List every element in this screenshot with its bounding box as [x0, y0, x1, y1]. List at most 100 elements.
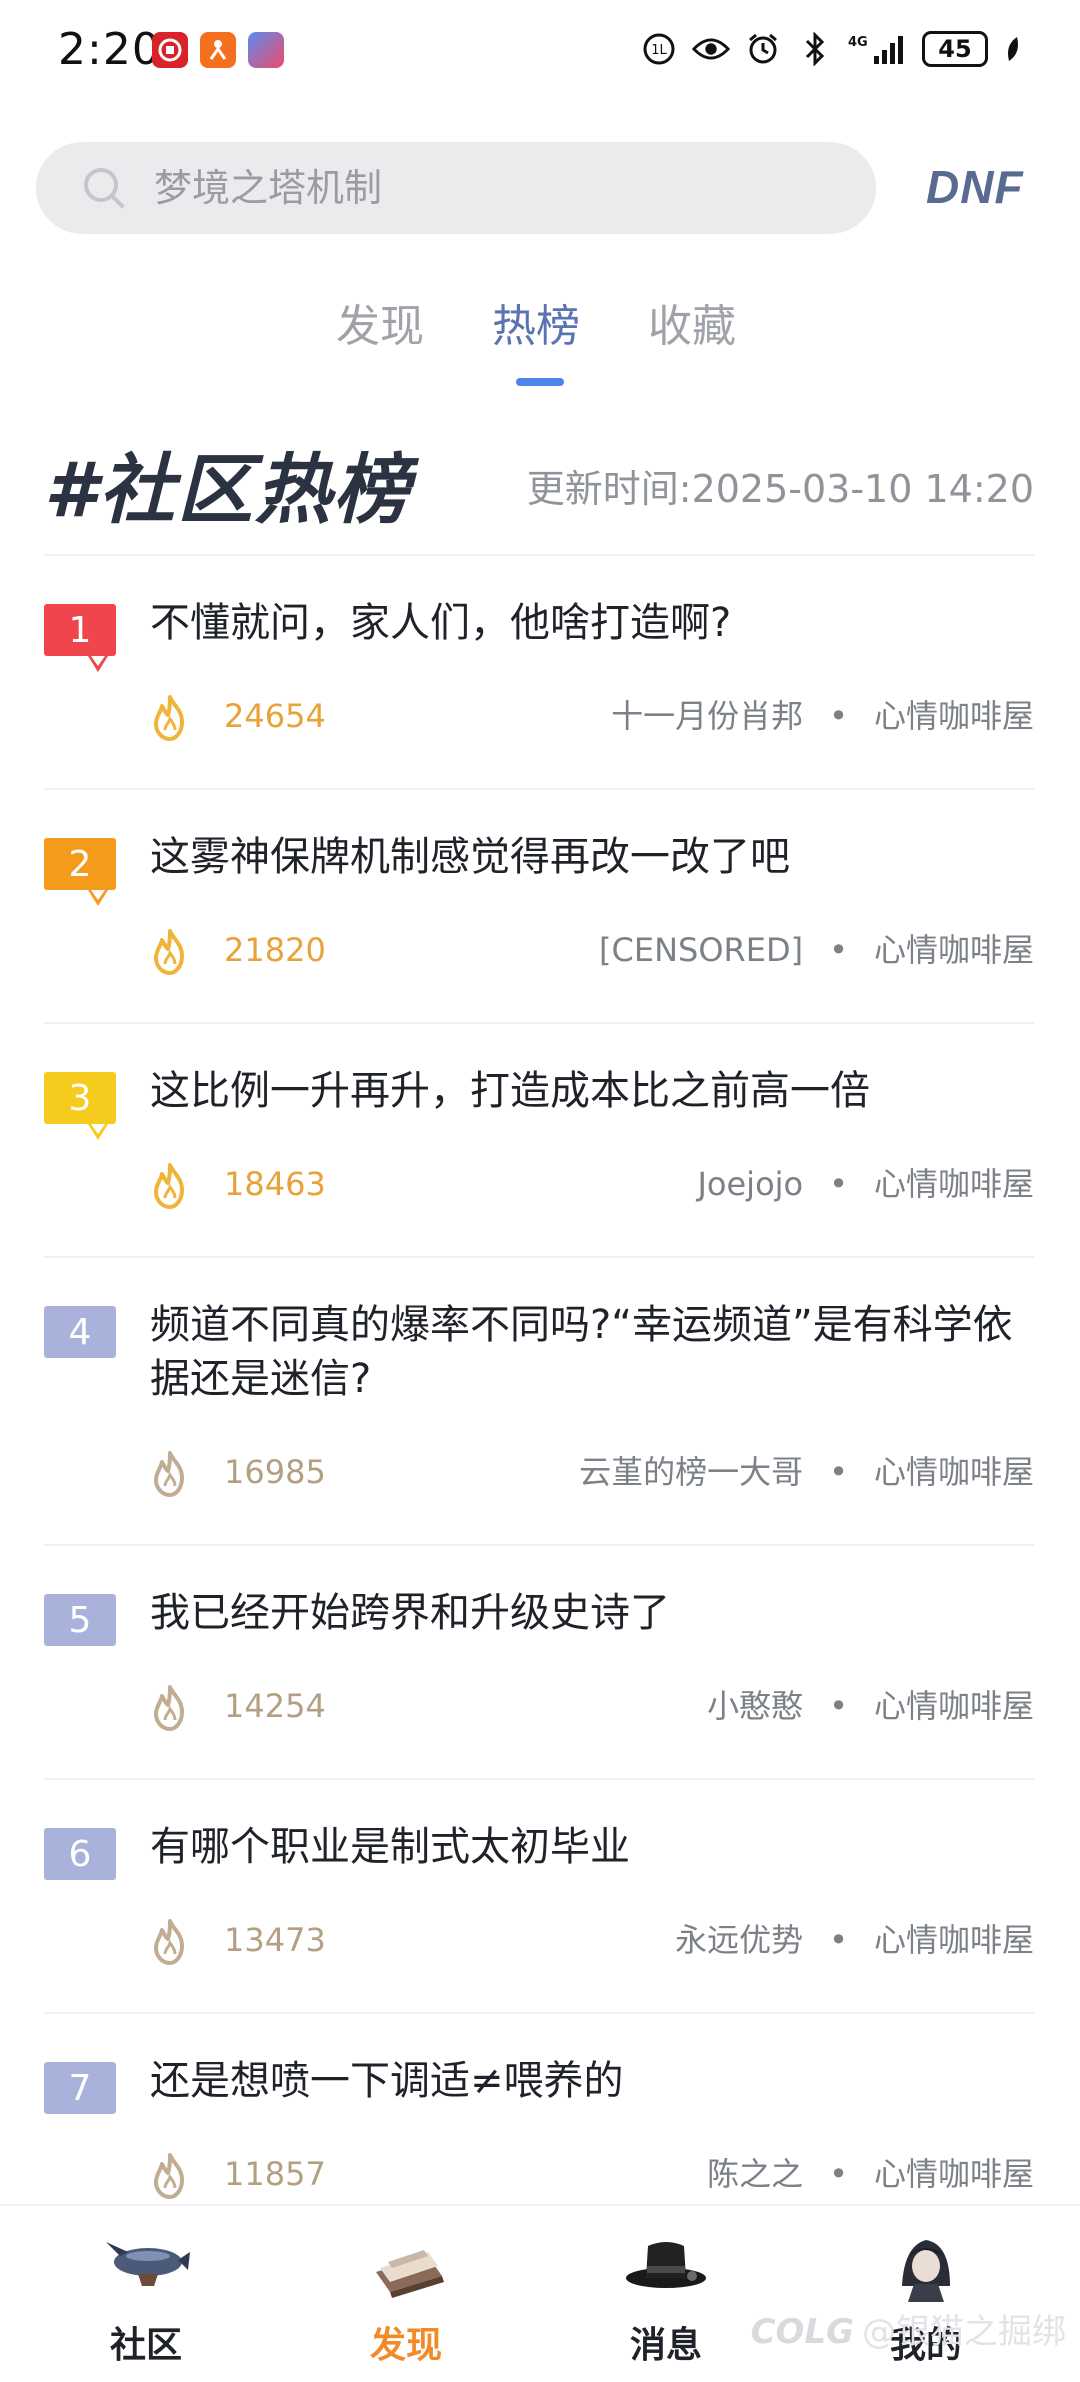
rank-number: 7 [68, 2067, 92, 2109]
airship-icon [106, 2242, 190, 2286]
colg-app-icon [248, 32, 284, 68]
rank-number: 3 [68, 1077, 92, 1119]
post-meta: 14254 小憨憨 • 心情咖啡屋 [0, 1676, 1080, 1736]
rank-number: 4 [68, 1311, 92, 1353]
battery-indicator: 45 [922, 31, 988, 67]
fire-icon [154, 1685, 184, 1731]
rank-number: 2 [68, 843, 92, 885]
post-byline: 云堇的榜一大哥 • 心情咖啡屋 [579, 1453, 1034, 1491]
watermark-logo: COLG [750, 2312, 854, 2352]
avatar-icon [902, 2240, 950, 2302]
rank-badge: 4 [44, 1306, 116, 1358]
channel-name[interactable]: 心情咖啡屋 [874, 1453, 1034, 1491]
divider [44, 1778, 1034, 1780]
status-time: 2:20 [58, 24, 161, 75]
post-meta: 18463 Joejojo • 心情咖啡屋 [0, 1154, 1080, 1214]
post-title[interactable]: 我已经开始跨界和升级史诗了 [150, 1586, 1030, 1640]
notification-icons [152, 32, 284, 68]
post-title[interactable]: 频道不同真的爆率不同吗?“幸运频道”是有科学依据还是迷信? [150, 1298, 1030, 1406]
active-tab-indicator [516, 378, 564, 386]
alarm-icon [744, 30, 782, 68]
post-byline: [CENSORED] • 心情咖啡屋 [599, 931, 1034, 969]
book-icon [376, 2250, 444, 2298]
heat-count: 14254 [224, 1687, 326, 1725]
rank-badge: 1 [44, 604, 116, 672]
post-byline: 永远优势 • 心情咖啡屋 [675, 1921, 1034, 1959]
fire-icon [154, 1451, 184, 1497]
tab-discover[interactable]: 发现 [336, 290, 424, 354]
list-item[interactable]: 7 还是想喷一下调适≠喂养的 11857 陈之之 • 心情咖啡屋 [0, 2054, 1080, 2204]
heat-count: 16985 [224, 1453, 326, 1491]
status-icons: 1L 4G 45 [640, 30, 1022, 68]
heat-count: 11857 [224, 2155, 326, 2193]
hd-call-icon: 1L [640, 30, 678, 68]
watermark: COLG @银猫之掘绑 [751, 2304, 1066, 2353]
rank-badge: 6 [44, 1828, 116, 1880]
rank-number: 6 [68, 1833, 92, 1875]
nav-discover[interactable]: 发现 [316, 2226, 496, 2368]
eye-icon [692, 30, 730, 68]
heat-count: 18463 [224, 1165, 326, 1203]
channel-name[interactable]: 心情咖啡屋 [874, 2155, 1034, 2193]
list-item[interactable]: 4 频道不同真的爆率不同吗?“幸运频道”是有科学依据还是迷信? 16985 云堇… [0, 1298, 1080, 1542]
nav-label: 社区 [109, 2325, 182, 2366]
list-item[interactable]: 1 不懂就问，家人们，他啥打造啊? 24654 十一月份肖邦 • 心情咖啡屋 [0, 596, 1080, 786]
post-byline: Joejojo • 心情咖啡屋 [697, 1165, 1034, 1203]
channel-name[interactable]: 心情咖啡屋 [874, 931, 1034, 969]
list-item[interactable]: 3 这比例一升再升，打造成本比之前高一倍 18463 Joejojo • 心情咖啡屋 [0, 1064, 1080, 1254]
nav-community[interactable]: 社区 [56, 2226, 236, 2368]
tab-hot-list[interactable]: 热榜 [492, 290, 580, 354]
nav-label: 消息 [629, 2325, 702, 2366]
channel-name[interactable]: 心情咖啡屋 [874, 1921, 1034, 1959]
dnf-logo[interactable]: DNF [926, 160, 1024, 214]
channel-name[interactable]: 心情咖啡屋 [874, 1687, 1034, 1725]
post-meta: 13473 永远优势 • 心情咖啡屋 [0, 1910, 1080, 1970]
post-title[interactable]: 不懂就问，家人们，他啥打造啊? [150, 596, 1030, 650]
search-icon [84, 168, 124, 208]
runner-app-icon [200, 32, 236, 68]
post-title[interactable]: 还是想喷一下调适≠喂养的 [150, 2054, 1030, 2108]
update-time: 更新时间:2025-03-10 14:20 [527, 458, 1034, 513]
update-timestamp: 2025-03-10 14:20 [691, 467, 1034, 511]
fire-icon [154, 1919, 184, 1965]
rank-number: 5 [68, 1599, 92, 1641]
post-title[interactable]: 这比例一升再升，打造成本比之前高一倍 [150, 1064, 1030, 1118]
rank-badge: 3 [44, 1072, 116, 1140]
nav-messages[interactable]: 消息 [576, 2226, 756, 2368]
heat-count: 13473 [224, 1921, 326, 1959]
list-item[interactable]: 2 这雾神保牌机制感觉得再改一改了吧 21820 [CENSORED] • 心情咖啡… [0, 830, 1080, 1020]
divider [44, 1022, 1034, 1024]
post-byline: 十一月份肖邦 • 心情咖啡屋 [611, 697, 1034, 735]
list-item[interactable]: 5 我已经开始跨界和升级史诗了 14254 小憨憨 • 心情咖啡屋 [0, 1586, 1080, 1776]
post-title[interactable]: 这雾神保牌机制感觉得再改一改了吧 [150, 830, 1030, 884]
status-bar: 2:20 1L 4G 45 [0, 0, 1080, 100]
author-name[interactable]: 云堇的榜一大哥 [579, 1453, 803, 1491]
author-name[interactable]: 十一月份肖邦 [611, 697, 803, 735]
bank-app-icon [152, 32, 188, 68]
author-name[interactable]: 陈之之 [707, 2155, 803, 2193]
divider [44, 2012, 1034, 2014]
channel-name[interactable]: 心情咖啡屋 [874, 697, 1034, 735]
list-item[interactable]: 6 有哪个职业是制式太初毕业 13473 永远优势 • 心情咖啡屋 [0, 1820, 1080, 2010]
post-meta: 16985 云堇的榜一大哥 • 心情咖啡屋 [0, 1442, 1080, 1502]
fire-icon [154, 1163, 184, 1209]
author-name[interactable]: 永远优势 [675, 1921, 803, 1959]
divider [44, 788, 1034, 790]
rank-number: 1 [68, 609, 92, 651]
leaf-icon [1002, 30, 1022, 68]
top-tabs: 发现 热榜 收藏 [0, 290, 1080, 390]
search-bar[interactable]: 梦境之塔机制 [36, 142, 876, 234]
author-name[interactable]: Joejojo [697, 1165, 803, 1203]
post-byline: 陈之之 • 心情咖啡屋 [707, 2155, 1034, 2193]
post-byline: 小憨憨 • 心情咖啡屋 [707, 1687, 1034, 1725]
author-name[interactable]: [CENSORED] [599, 931, 803, 969]
tab-favorites[interactable]: 收藏 [648, 290, 736, 354]
fire-icon [154, 929, 184, 975]
post-title[interactable]: 有哪个职业是制式太初毕业 [150, 1820, 1030, 1874]
post-meta: 21820 [CENSORED] • 心情咖啡屋 [0, 920, 1080, 980]
author-name[interactable]: 小憨憨 [707, 1687, 803, 1725]
nav-label: 发现 [369, 2325, 442, 2366]
search-placeholder: 梦境之塔机制 [154, 166, 383, 210]
post-meta: 24654 十一月份肖邦 • 心情咖啡屋 [0, 686, 1080, 746]
channel-name[interactable]: 心情咖啡屋 [874, 1165, 1034, 1203]
